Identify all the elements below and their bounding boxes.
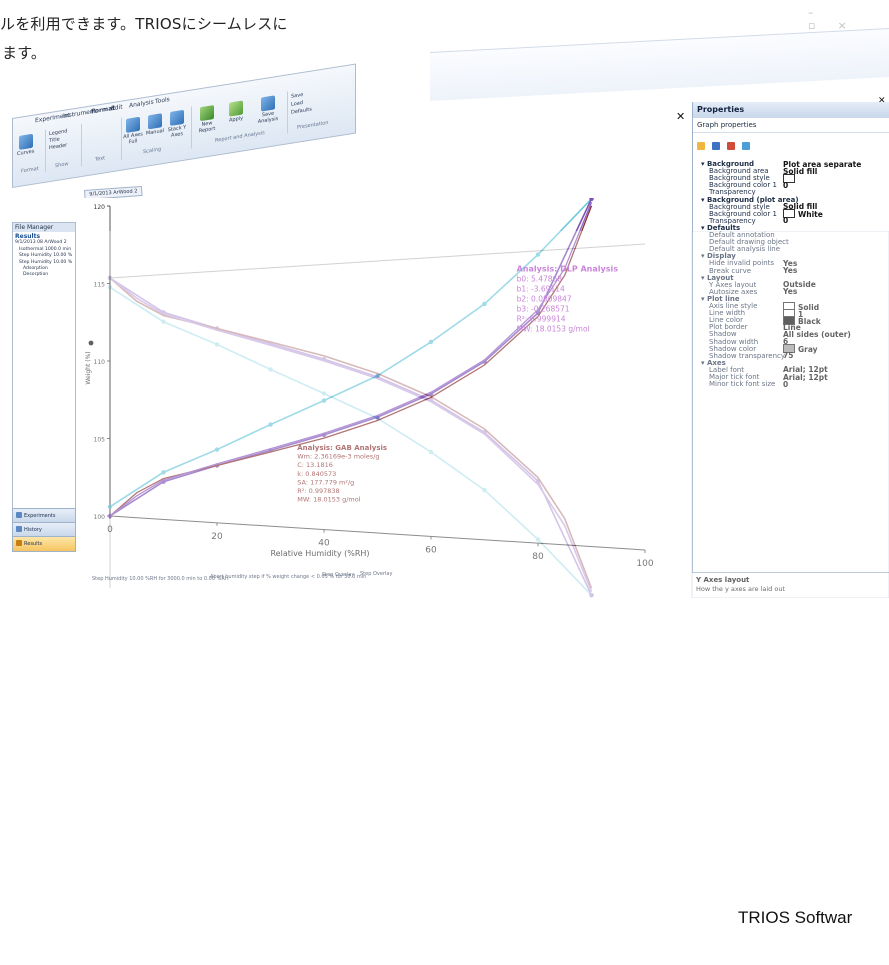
manual-button[interactable]: Manual: [145, 113, 165, 137]
properties-toolbar: [693, 133, 889, 150]
tab-analysis[interactable]: Analysis: [129, 99, 154, 110]
save-analysis-icon: [261, 95, 275, 112]
reflected-point: [321, 391, 327, 396]
reflected-point: [214, 342, 220, 347]
y-tick-label: 120: [94, 204, 106, 211]
show-options: Legend Title Header: [49, 128, 67, 152]
reflected-chart: [80, 231, 690, 598]
property-value-text: White: [798, 210, 823, 220]
ribbon-group-presentation: Save Load Defaults Presentation: [287, 81, 353, 133]
manual-icon: [148, 113, 162, 130]
reflected-point: [589, 593, 594, 598]
apply-button[interactable]: Apply: [223, 99, 249, 124]
save-icon[interactable]: [712, 142, 721, 150]
ribbon-group-show: Legend Title Header Show: [45, 123, 82, 172]
property-value[interactable]: 0: [783, 181, 788, 190]
save-analysis-button[interactable]: Save Analysis: [251, 94, 285, 126]
reflected-point: [428, 449, 434, 455]
defaults-button[interactable]: Defaults: [291, 106, 312, 117]
ribbon-group-report: New Report Apply Save Analysis Report an…: [191, 91, 288, 149]
stack-y-axes-button[interactable]: Stack Y Axes: [167, 109, 187, 139]
reflected-point: [375, 416, 380, 421]
group-label-format: Format: [21, 165, 39, 175]
curves-icon: [18, 133, 33, 150]
properties-subtitle: Graph properties: [693, 118, 889, 133]
refresh-icon[interactable]: [727, 142, 736, 150]
stack-icon: [170, 109, 184, 126]
reflected-point: [161, 319, 166, 324]
curves-button[interactable]: Curves: [17, 133, 34, 157]
open-icon[interactable]: [697, 142, 705, 150]
reflected-point: [268, 367, 273, 372]
group-label-scaling: Scaling: [143, 146, 162, 156]
ribbon-group-text: Text: [81, 117, 122, 167]
tab-edit[interactable]: Edit: [111, 103, 123, 112]
help-icon[interactable]: [742, 142, 751, 150]
screen-reflection: [80, 231, 889, 598]
properties-title: Properties: [693, 102, 889, 118]
header-checkbox[interactable]: Header: [49, 142, 67, 152]
property-value[interactable]: 0: [783, 216, 788, 225]
new-report-button[interactable]: New Report: [193, 104, 221, 135]
close-icon[interactable]: ✕: [676, 110, 685, 123]
product-caption: TRIOS Softwar: [738, 908, 853, 927]
axes-icon: [126, 116, 140, 133]
reflected-point: [482, 487, 487, 493]
apply-icon: [229, 100, 243, 117]
group-label-text: Text: [95, 155, 106, 163]
ribbon: Experiment Instrument Format Edit Analys…: [12, 63, 356, 189]
tab-tools[interactable]: Tools: [155, 96, 170, 105]
reflected-background: [80, 231, 690, 598]
group-label-report: Report and Analysis: [215, 129, 265, 144]
report-icon: [200, 105, 214, 122]
group-label-show: Show: [55, 161, 69, 170]
group-label-presentation: Presentation: [297, 119, 329, 131]
property-value[interactable]: White: [783, 209, 823, 219]
presentation-options: Save Load Defaults: [291, 90, 312, 117]
ribbon-group-scaling: All Axes Full Manual Stack Y Axes Scalin…: [121, 106, 192, 160]
ribbon-group-format: Curves Format: [13, 129, 46, 177]
reflected-properties: [691, 231, 889, 598]
reflected-point: [535, 537, 541, 542]
property-value-text: 0: [783, 180, 789, 190]
all-axes-full-button[interactable]: All Axes Full: [123, 116, 143, 146]
property-value-text: 0: [783, 216, 789, 226]
